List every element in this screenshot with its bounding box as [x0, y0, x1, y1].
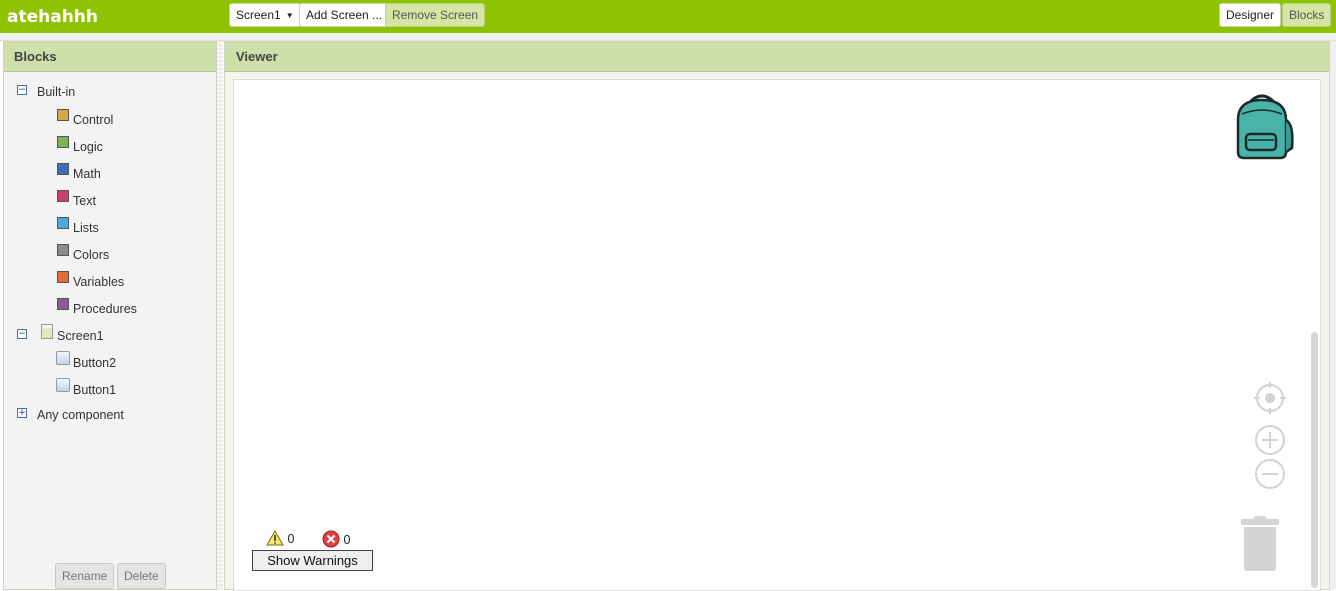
screen-select-dropdown[interactable]: Screen1 ▼ [229, 3, 301, 27]
screen-icon [41, 324, 53, 339]
viewer-panel: Viewer 0 0 Show Warnings [224, 41, 1330, 591]
trash-icon[interactable] [1238, 514, 1282, 572]
toolbar-divider [0, 33, 1336, 41]
blocks-workspace[interactable]: 0 0 Show Warnings [233, 79, 1321, 591]
viewer-title: Viewer [225, 42, 1329, 72]
logic-color-swatch [57, 136, 69, 148]
tree-item-button2[interactable]: Button2 [73, 353, 116, 373]
button-component-icon [56, 351, 70, 365]
tree-item-built-in[interactable]: Built-in [37, 82, 75, 102]
designer-button[interactable]: Designer [1219, 3, 1282, 27]
tree-item-procedures[interactable]: Procedures [73, 299, 137, 319]
warning-count: 0 [266, 529, 295, 548]
tree-item-math[interactable]: Math [73, 164, 101, 184]
rename-button[interactable]: Rename [55, 563, 115, 589]
procedures-color-swatch [57, 298, 69, 310]
expand-any-component-icon[interactable]: + [17, 408, 27, 418]
tree-item-variables[interactable]: Variables [73, 272, 124, 292]
remove-screen-button[interactable]: Remove Screen [385, 3, 486, 27]
lists-color-swatch [57, 217, 69, 229]
vertical-scrollbar[interactable] [1311, 332, 1318, 588]
tree-item-colors[interactable]: Colors [73, 245, 109, 265]
panel-splitter[interactable] [217, 41, 223, 590]
tree-item-control[interactable]: Control [73, 110, 113, 130]
button-component-icon [56, 378, 70, 392]
blocks-panel-title: Blocks [4, 42, 216, 72]
show-warnings-button[interactable]: Show Warnings [252, 550, 373, 571]
blocks-panel: Blocks − Built-in Control Logic Math Tex… [3, 41, 217, 590]
collapse-screen1-icon[interactable]: − [17, 329, 27, 339]
recenter-icon[interactable] [1253, 381, 1287, 415]
warning-icon [266, 529, 284, 546]
backpack-icon[interactable] [1228, 90, 1298, 162]
colors-color-swatch [57, 244, 69, 256]
page-edge [1330, 41, 1336, 590]
add-screen-button[interactable]: Add Screen ... [299, 3, 390, 27]
tree-item-any-component[interactable]: Any component [37, 405, 124, 425]
zoom-out-icon[interactable] [1254, 458, 1286, 490]
tree-item-logic[interactable]: Logic [73, 137, 103, 157]
text-color-swatch [57, 190, 69, 202]
tree-item-lists[interactable]: Lists [73, 218, 99, 238]
project-title: atehahhh [7, 7, 99, 27]
warning-count-value: 0 [287, 532, 295, 546]
tree-item-text[interactable]: Text [73, 191, 96, 211]
variables-color-swatch [57, 271, 69, 283]
control-color-swatch [57, 109, 69, 121]
tree-item-button1[interactable]: Button1 [73, 380, 116, 400]
delete-button[interactable]: Delete [117, 563, 166, 589]
collapse-built-in-icon[interactable]: − [17, 85, 27, 95]
screen-select-label: Screen1 [236, 8, 281, 22]
error-icon [322, 530, 340, 548]
top-toolbar: atehahhh Screen1 ▼ Add Screen ... Remove … [0, 0, 1336, 33]
zoom-in-icon[interactable] [1254, 424, 1286, 456]
tree-item-screen1[interactable]: Screen1 [57, 326, 104, 346]
math-color-swatch [57, 163, 69, 175]
error-count-value: 0 [343, 533, 351, 547]
blocks-button[interactable]: Blocks [1282, 3, 1332, 27]
chevron-down-icon: ▼ [285, 11, 294, 20]
error-count: 0 [322, 530, 350, 548]
